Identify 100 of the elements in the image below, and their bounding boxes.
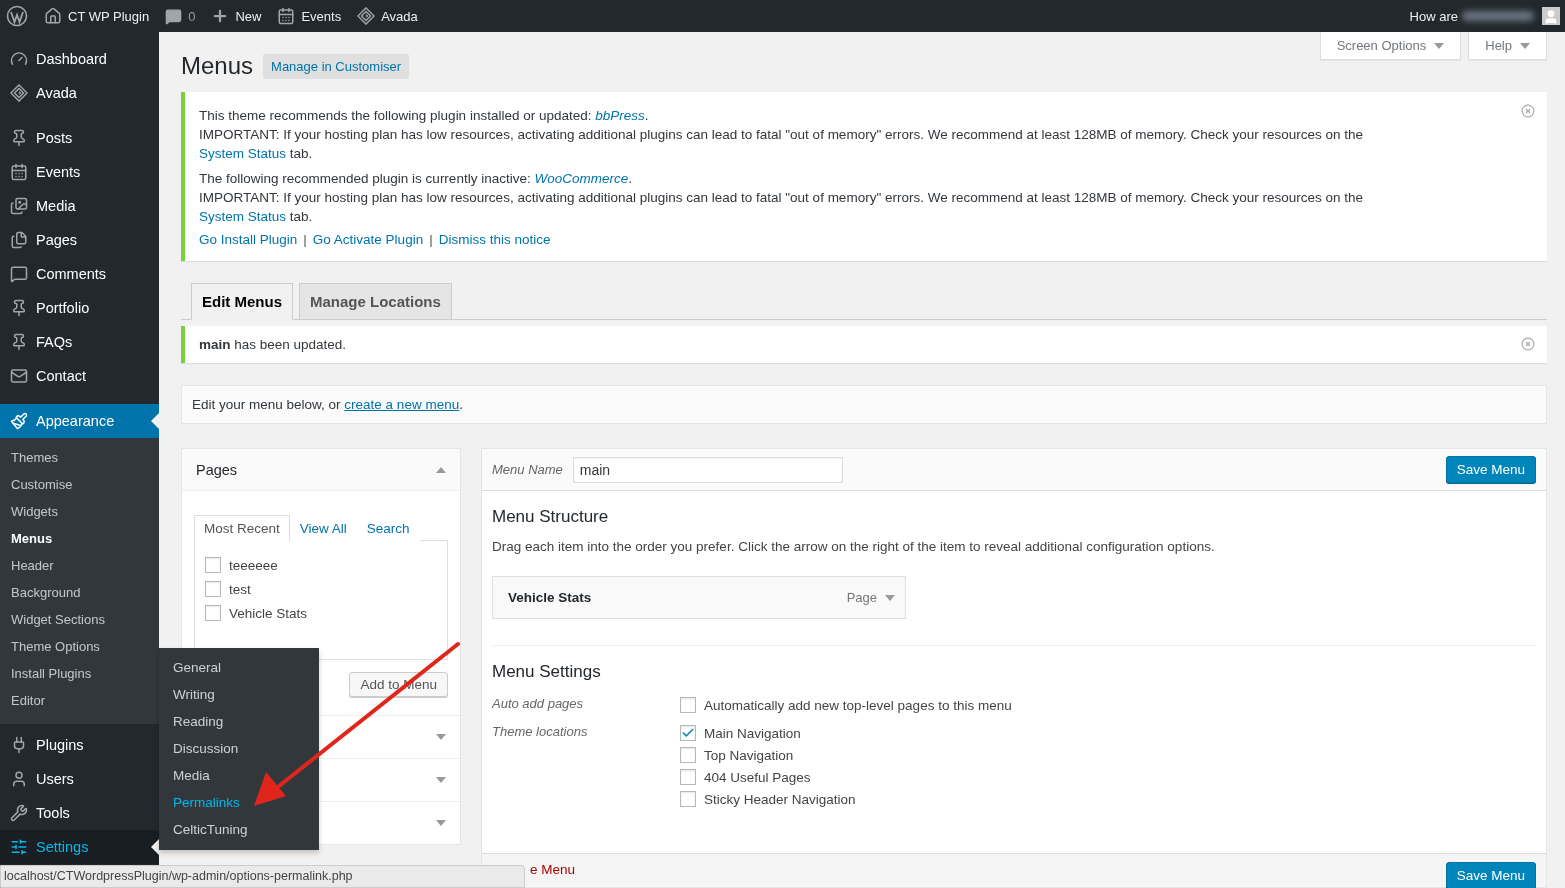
sidebar-item[interactable]: Tools <box>0 796 159 830</box>
menu-pointer-icon <box>151 413 159 429</box>
menu-icon <box>10 804 28 822</box>
sidebar-item[interactable]: FAQs <box>0 325 159 359</box>
avatar-icon[interactable] <box>1542 7 1560 25</box>
status-link[interactable]: System Status <box>199 209 287 224</box>
flyout-item[interactable]: Permalinks <box>159 790 319 817</box>
sidebar-item[interactable]: Dashboard <box>0 42 159 76</box>
blurred-name <box>1462 11 1534 21</box>
checkbox[interactable] <box>680 791 696 807</box>
panel-title: Pages <box>196 461 238 478</box>
screen-meta-tab[interactable]: Help <box>1468 32 1547 60</box>
menu-icon <box>10 333 28 351</box>
calendar-icon <box>277 7 296 25</box>
toolbar-item[interactable]: New <box>203 0 270 32</box>
status-link[interactable]: System Status <box>199 146 287 161</box>
dismiss-icon[interactable] <box>1521 104 1535 118</box>
sidebar-item[interactable]: Plugins <box>0 728 159 762</box>
nav-tab[interactable]: Edit Menus <box>191 283 293 320</box>
panel-header[interactable]: Pages <box>182 449 460 491</box>
flyout-item[interactable]: Media <box>159 763 319 790</box>
home-icon <box>44 7 62 25</box>
option-label: Automatically add new top-level pages to this menu <box>704 697 1012 713</box>
flyout-item[interactable]: Reading <box>159 709 319 736</box>
submenu-item[interactable]: Customise <box>0 472 159 499</box>
delete-menu-link[interactable]: e Menu <box>530 862 576 877</box>
checkbox[interactable] <box>205 605 221 621</box>
caret-icon[interactable] <box>1434 42 1445 49</box>
submenu-item[interactable]: Themes <box>0 445 159 472</box>
submenu-item[interactable]: Theme Options <box>0 634 159 661</box>
sidebar-item[interactable]: Settings <box>0 830 159 864</box>
menu-icon <box>10 265 28 283</box>
plugin-link[interactable]: WooCommerce <box>534 171 629 186</box>
manage-in-customiser-button[interactable]: Manage in Customiser <box>263 53 410 79</box>
caret-icon[interactable] <box>436 466 446 473</box>
caret-icon[interactable] <box>1520 42 1530 49</box>
notice-action-link[interactable]: Go Activate Plugin <box>312 232 424 247</box>
notice-text: The following recommended plugin is currently inactive: WooCommerce. IMPORTANT: If your hosting plan has low resources, activating additional plugins can lead to fatal "out of memory" errors. We recommend at least 128MB of memory. Check your resources on the System Status tab. <box>199 170 1365 226</box>
sidebar-item[interactable]: Pages <box>0 223 159 257</box>
caret-icon[interactable] <box>436 734 446 740</box>
notice-action-link[interactable]: Go Install Plugin <box>199 232 298 247</box>
page-title: Menus <box>181 52 254 80</box>
wordpress-logo-icon[interactable] <box>6 5 28 27</box>
submenu-item[interactable]: Header <box>0 553 159 580</box>
caret-icon[interactable] <box>436 820 446 826</box>
status-bar-url: localhost/CTWordpressPlugin/wp-admin/options-permalink.php <box>0 865 525 888</box>
submenu-item[interactable]: Install Plugins <box>0 661 159 688</box>
checkbox[interactable] <box>680 747 696 763</box>
notice-action-link[interactable]: Dismiss this notice <box>438 232 551 247</box>
caret-icon[interactable] <box>436 777 446 783</box>
checkbox[interactable] <box>205 557 221 573</box>
submenu-item[interactable]: Menus <box>0 526 159 553</box>
checkbox[interactable] <box>680 725 696 741</box>
intro-text: Edit your menu below, or create a new menu. <box>192 397 463 412</box>
sidebar-item[interactable]: Users <box>0 762 159 796</box>
option-label: 404 Useful Pages <box>704 769 811 785</box>
panel-tab[interactable]: Most Recent <box>194 515 290 541</box>
sidebar-item[interactable]: Portfolio <box>0 291 159 325</box>
flyout-item[interactable]: CelticTuning <box>159 817 319 844</box>
nav-tab[interactable]: Manage Locations <box>299 283 452 320</box>
sidebar-item[interactable]: Media <box>0 189 159 223</box>
checkbox[interactable] <box>205 581 221 597</box>
sidebar-item[interactable]: Appearance <box>0 404 159 438</box>
menu-name-field[interactable]: main <box>572 456 843 483</box>
section-heading: Menu Structure <box>492 507 610 527</box>
setting-label: Auto add pages <box>492 695 585 713</box>
menu-icon <box>10 163 28 181</box>
save-menu-button[interactable]: Save Menu <box>1445 456 1536 483</box>
toolbar-item[interactable]: Events <box>269 0 350 32</box>
submenu-item[interactable]: Widget Sections <box>0 607 159 634</box>
toolbar-item[interactable]: Avada <box>349 0 426 32</box>
plugin-link[interactable]: bbPress <box>595 108 645 123</box>
dismiss-icon[interactable] <box>1521 337 1535 351</box>
menu-icon <box>10 838 28 856</box>
setting-label: Theme locations <box>492 723 589 741</box>
sidebar-item[interactable]: Contact <box>0 359 159 393</box>
toolbar-item[interactable]: CT WP Plugin <box>36 0 158 32</box>
save-menu-button[interactable]: Save Menu <box>1445 862 1536 888</box>
updated-message: main has been updated. <box>199 337 347 352</box>
sidebar-item[interactable]: Posts <box>0 121 159 155</box>
flyout-item[interactable]: Writing <box>159 682 319 709</box>
flyout-item[interactable]: Discussion <box>159 736 319 763</box>
greeting-text: How are <box>1409 8 1458 24</box>
checkbox[interactable] <box>680 697 696 713</box>
menu-item[interactable]: Vehicle Stats Page <box>492 576 906 619</box>
menu-icon <box>10 231 28 249</box>
submenu-item[interactable]: Editor <box>0 688 159 715</box>
sidebar-item[interactable]: Comments <box>0 257 159 291</box>
caret-icon[interactable] <box>885 594 895 601</box>
checkbox[interactable] <box>680 769 696 785</box>
sidebar-item[interactable]: Avada <box>0 76 159 110</box>
avada-icon <box>10 84 28 102</box>
submenu-item[interactable]: Widgets <box>0 499 159 526</box>
menu-icon <box>10 770 28 788</box>
flyout-item[interactable]: General <box>159 655 319 682</box>
submenu-item[interactable]: Background <box>0 580 159 607</box>
sidebar-item[interactable]: Events <box>0 155 159 189</box>
screen-meta-tab[interactable]: Screen Options <box>1319 32 1462 60</box>
toolbar-item[interactable]: 0 <box>157 0 204 32</box>
option-label: Top Navigation <box>704 747 794 763</box>
